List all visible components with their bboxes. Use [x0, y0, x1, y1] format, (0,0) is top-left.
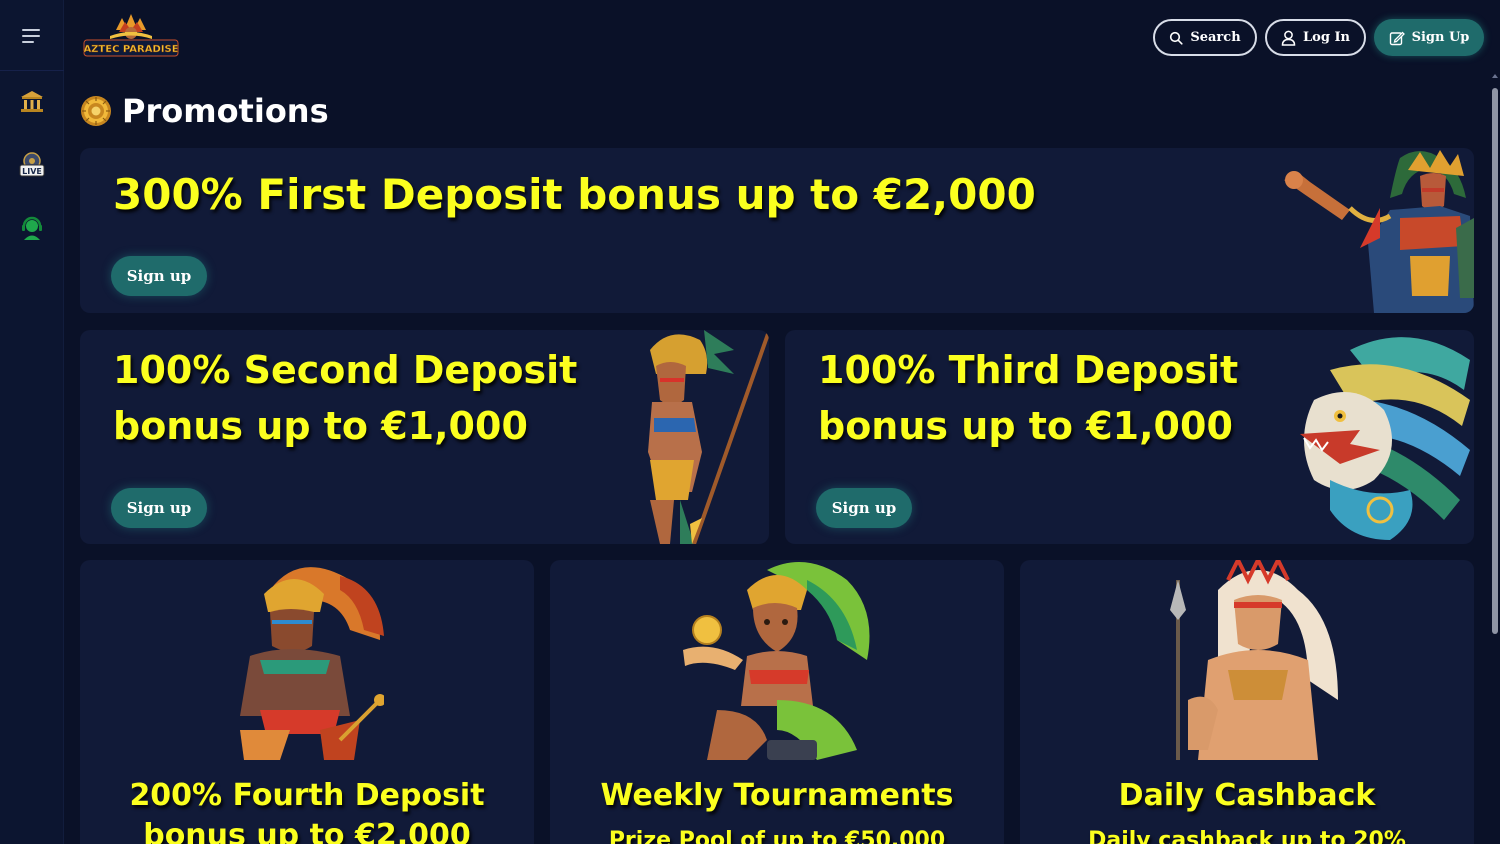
promo-title-line2: bonus up to €2,000: [143, 818, 471, 844]
aztec-paradise-logo[interactable]: AZTEC PARADISE: [82, 10, 180, 60]
promo-card-daily-cashback: Daily Cashback Daily cashback up to 20%: [1020, 560, 1474, 844]
promo-card-weekly-tournaments: Weekly Tournaments Prize Pool of up to €…: [550, 560, 1004, 844]
signup-promo-button[interactable]: Sign up: [111, 488, 207, 528]
promo-card-second-deposit: 100% Second Deposit bonus up to €1,000 S…: [80, 330, 769, 544]
scrollbar-thumb[interactable]: [1492, 88, 1498, 634]
search-button[interactable]: Search: [1153, 19, 1257, 56]
temple-icon[interactable]: [18, 88, 46, 116]
login-button[interactable]: Log In: [1265, 19, 1366, 56]
live-label: LIVE: [22, 167, 42, 176]
promo-title-line1: 100% Second Deposit: [113, 348, 578, 392]
aztec-coin-icon: [81, 96, 111, 126]
user-icon: [1281, 30, 1296, 46]
sidebar-divider: [0, 70, 64, 71]
scroll-up-arrow-icon[interactable]: [1492, 74, 1498, 78]
promo-title-line2: bonus up to €1,000: [818, 404, 1233, 448]
promo-card-first-deposit: 300% First Deposit bonus up to €2,000 Si…: [80, 148, 1474, 313]
live-casino-icon[interactable]: LIVE: [18, 151, 46, 179]
support-agent-icon[interactable]: [18, 215, 46, 243]
hamburger-menu-icon[interactable]: [20, 26, 44, 46]
aztec-warrior-illustration: [1284, 150, 1474, 313]
promo-title: Weekly Tournaments: [600, 778, 954, 813]
sidebar: LIVE: [0, 0, 64, 844]
search-label: Search: [1190, 30, 1241, 45]
promo-title-line1: 200% Fourth Deposit: [129, 778, 485, 813]
feathered-serpent-illustration: [1300, 337, 1470, 540]
promo-title-line2: bonus up to €1,000: [113, 404, 528, 448]
signup-button[interactable]: Sign Up: [1374, 19, 1484, 56]
aztec-warrior-seated-illustration: [240, 567, 384, 760]
page-scrollbar[interactable]: [1490, 70, 1500, 844]
promo-subtitle: Prize Pool of up to €50,000: [608, 828, 946, 844]
signup-promo-button[interactable]: Sign up: [816, 488, 912, 528]
promo-card-third-deposit: 100% Third Deposit bonus up to €1,000 Si…: [785, 330, 1474, 544]
promo-card-fourth-deposit: 200% Fourth Deposit bonus up to €2,000: [80, 560, 534, 844]
aztec-huntress-illustration: [648, 330, 769, 544]
signup-promo-button[interactable]: Sign up: [111, 256, 207, 296]
aztec-princess-illustration: [683, 562, 870, 760]
edit-icon: [1389, 31, 1405, 45]
logo-text: AZTEC PARADISE: [83, 44, 178, 55]
page-title: Promotions: [122, 92, 329, 130]
promo-subtitle: Daily cashback up to 20%: [1088, 828, 1406, 844]
page-title-row: Promotions: [80, 92, 329, 130]
native-chief-illustration: [1170, 560, 1338, 760]
signup-label: Sign Up: [1411, 30, 1470, 45]
promo-title: 300% First Deposit bonus up to €2,000: [113, 170, 1036, 219]
search-icon: [1170, 31, 1183, 45]
promo-title: Daily Cashback: [1118, 778, 1376, 813]
promo-title-line1: 100% Third Deposit: [818, 348, 1239, 392]
login-label: Log In: [1303, 30, 1350, 45]
